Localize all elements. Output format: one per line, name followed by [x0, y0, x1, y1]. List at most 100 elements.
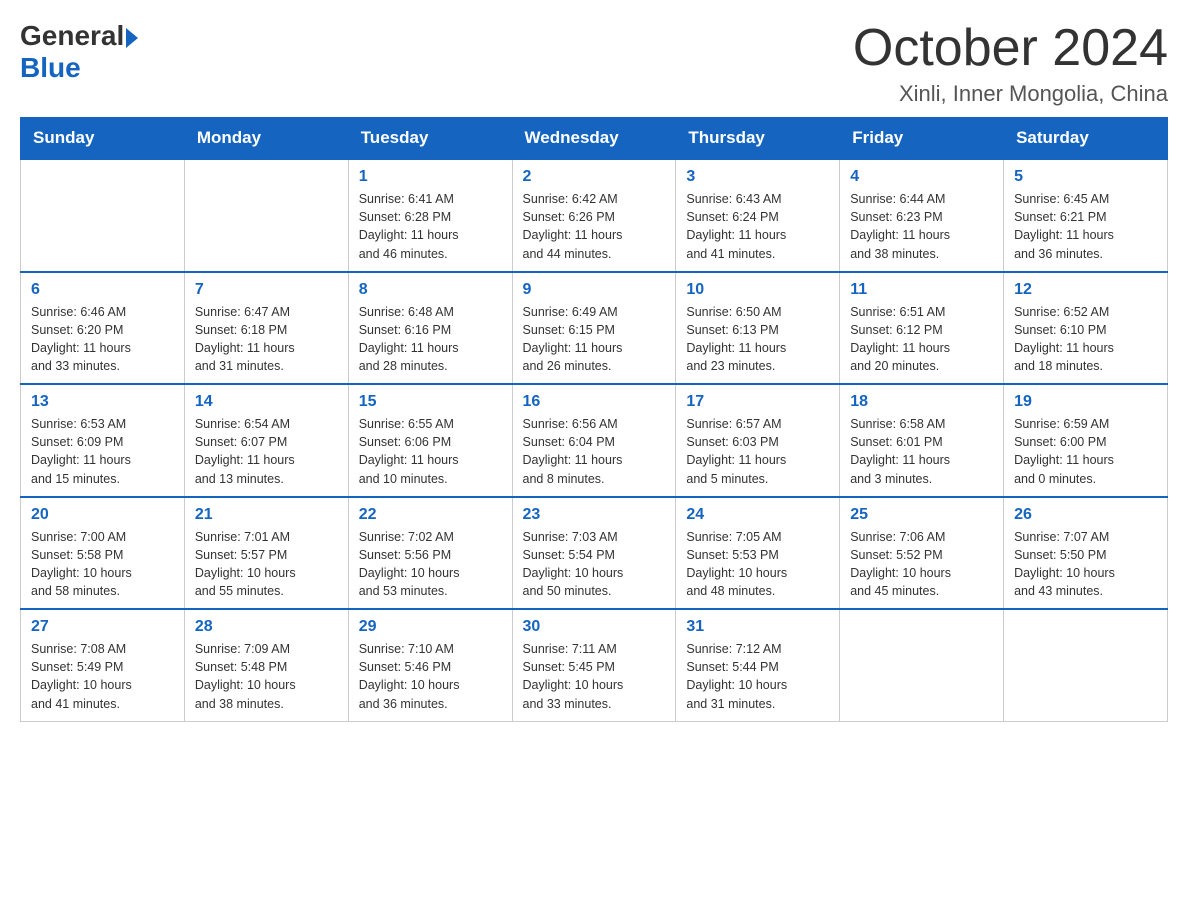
- month-title: October 2024: [853, 20, 1168, 77]
- day-number: 11: [850, 281, 993, 299]
- day-number: 16: [523, 393, 666, 411]
- day-number: 9: [523, 281, 666, 299]
- logo-general-text: General: [20, 20, 124, 52]
- day-info: Sunrise: 6:45 AM Sunset: 6:21 PM Dayligh…: [1014, 190, 1157, 263]
- calendar-cell: 30 Sunrise: 7:11 AM Sunset: 5:45 PM Dayli…: [512, 609, 676, 721]
- calendar-cell: 6 Sunrise: 6:46 AM Sunset: 6:20 PM Daylig…: [21, 272, 185, 385]
- day-number: 26: [1014, 506, 1157, 524]
- calendar-cell: 16Sunrise: 6:56 AM Sunset: 6:04 PM Dayli…: [512, 384, 676, 497]
- day-number: 5: [1014, 168, 1157, 186]
- day-info: Sunrise: 6:51 AM Sunset: 6:12 PM Dayligh…: [850, 303, 993, 376]
- day-number: 6: [31, 281, 174, 299]
- day-info: Sunrise: 6:55 AM Sunset: 6:06 PM Dayligh…: [359, 415, 502, 488]
- weekday-header-monday: Monday: [184, 118, 348, 160]
- day-number: 28: [195, 618, 338, 636]
- day-number: 12: [1014, 281, 1157, 299]
- calendar-cell: 21Sunrise: 7:01 AM Sunset: 5:57 PM Dayli…: [184, 497, 348, 610]
- day-info: Sunrise: 6:47 AM Sunset: 6:18 PM Dayligh…: [195, 303, 338, 376]
- logo-blue-part: [124, 24, 138, 48]
- calendar-table: SundayMondayTuesdayWednesdayThursdayFrid…: [20, 117, 1168, 722]
- calendar-cell: 27 Sunrise: 7:08 AM Sunset: 5:49 PM Dayli…: [21, 609, 185, 721]
- calendar-cell: 5 Sunrise: 6:45 AM Sunset: 6:21 PM Daylig…: [1004, 159, 1168, 272]
- day-number: 22: [359, 506, 502, 524]
- day-number: 1: [359, 168, 502, 186]
- day-number: 15: [359, 393, 502, 411]
- weekday-header-thursday: Thursday: [676, 118, 840, 160]
- calendar-cell: 25Sunrise: 7:06 AM Sunset: 5:52 PM Dayli…: [840, 497, 1004, 610]
- day-info: Sunrise: 7:02 AM Sunset: 5:56 PM Dayligh…: [359, 528, 502, 601]
- day-info: Sunrise: 7:12 AM Sunset: 5:44 PM Dayligh…: [686, 640, 829, 713]
- calendar-cell: 15 Sunrise: 6:55 AM Sunset: 6:06 PM Dayli…: [348, 384, 512, 497]
- calendar-header-row: SundayMondayTuesdayWednesdayThursdayFrid…: [21, 118, 1168, 160]
- calendar-cell: 26 Sunrise: 7:07 AM Sunset: 5:50 PM Dayli…: [1004, 497, 1168, 610]
- weekday-header-sunday: Sunday: [21, 118, 185, 160]
- day-number: 30: [523, 618, 666, 636]
- calendar-cell: 22 Sunrise: 7:02 AM Sunset: 5:56 PM Dayli…: [348, 497, 512, 610]
- day-info: Sunrise: 7:07 AM Sunset: 5:50 PM Dayligh…: [1014, 528, 1157, 601]
- calendar-cell: 20 Sunrise: 7:00 AM Sunset: 5:58 PM Dayli…: [21, 497, 185, 610]
- calendar-cell: 11 Sunrise: 6:51 AM Sunset: 6:12 PM Dayli…: [840, 272, 1004, 385]
- week-row-5: 27 Sunrise: 7:08 AM Sunset: 5:49 PM Dayli…: [21, 609, 1168, 721]
- calendar-cell: 18 Sunrise: 6:58 AM Sunset: 6:01 PM Dayli…: [840, 384, 1004, 497]
- day-info: Sunrise: 7:05 AM Sunset: 5:53 PM Dayligh…: [686, 528, 829, 601]
- day-number: 24: [686, 506, 829, 524]
- day-number: 29: [359, 618, 502, 636]
- calendar-cell: 17 Sunrise: 6:57 AM Sunset: 6:03 PM Dayli…: [676, 384, 840, 497]
- day-number: 20: [31, 506, 174, 524]
- day-number: 27: [31, 618, 174, 636]
- calendar-cell: 14 Sunrise: 6:54 AM Sunset: 6:07 PM Dayli…: [184, 384, 348, 497]
- day-info: Sunrise: 6:57 AM Sunset: 6:03 PM Dayligh…: [686, 415, 829, 488]
- day-number: 18: [850, 393, 993, 411]
- calendar-cell: 31Sunrise: 7:12 AM Sunset: 5:44 PM Dayli…: [676, 609, 840, 721]
- calendar-cell: [21, 159, 185, 272]
- week-row-2: 6 Sunrise: 6:46 AM Sunset: 6:20 PM Daylig…: [21, 272, 1168, 385]
- calendar-cell: [1004, 609, 1168, 721]
- week-row-1: 1 Sunrise: 6:41 AM Sunset: 6:28 PM Daylig…: [21, 159, 1168, 272]
- day-info: Sunrise: 6:50 AM Sunset: 6:13 PM Dayligh…: [686, 303, 829, 376]
- weekday-header-saturday: Saturday: [1004, 118, 1168, 160]
- day-number: 21: [195, 506, 338, 524]
- day-info: Sunrise: 6:49 AM Sunset: 6:15 PM Dayligh…: [523, 303, 666, 376]
- day-number: 14: [195, 393, 338, 411]
- calendar-cell: 8Sunrise: 6:48 AM Sunset: 6:16 PM Daylig…: [348, 272, 512, 385]
- week-row-3: 13 Sunrise: 6:53 AM Sunset: 6:09 PM Dayli…: [21, 384, 1168, 497]
- day-info: Sunrise: 6:53 AM Sunset: 6:09 PM Dayligh…: [31, 415, 174, 488]
- day-info: Sunrise: 6:48 AM Sunset: 6:16 PM Dayligh…: [359, 303, 502, 376]
- day-info: Sunrise: 7:03 AM Sunset: 5:54 PM Dayligh…: [523, 528, 666, 601]
- day-info: Sunrise: 6:41 AM Sunset: 6:28 PM Dayligh…: [359, 190, 502, 263]
- day-number: 4: [850, 168, 993, 186]
- day-number: 23: [523, 506, 666, 524]
- day-number: 10: [686, 281, 829, 299]
- calendar-cell: 19Sunrise: 6:59 AM Sunset: 6:00 PM Dayli…: [1004, 384, 1168, 497]
- day-info: Sunrise: 6:58 AM Sunset: 6:01 PM Dayligh…: [850, 415, 993, 488]
- location-text: Xinli, Inner Mongolia, China: [853, 81, 1168, 107]
- day-number: 19: [1014, 393, 1157, 411]
- day-info: Sunrise: 6:52 AM Sunset: 6:10 PM Dayligh…: [1014, 303, 1157, 376]
- day-info: Sunrise: 7:08 AM Sunset: 5:49 PM Dayligh…: [31, 640, 174, 713]
- calendar-cell: 23 Sunrise: 7:03 AM Sunset: 5:54 PM Dayli…: [512, 497, 676, 610]
- day-info: Sunrise: 7:00 AM Sunset: 5:58 PM Dayligh…: [31, 528, 174, 601]
- day-number: 17: [686, 393, 829, 411]
- day-info: Sunrise: 7:11 AM Sunset: 5:45 PM Dayligh…: [523, 640, 666, 713]
- page-header: General Blue October 2024 Xinli, Inner M…: [20, 20, 1168, 107]
- calendar-cell: 2Sunrise: 6:42 AM Sunset: 6:26 PM Daylig…: [512, 159, 676, 272]
- weekday-header-wednesday: Wednesday: [512, 118, 676, 160]
- calendar-cell: [184, 159, 348, 272]
- day-number: 2: [523, 168, 666, 186]
- logo-blue-text: Blue: [20, 52, 81, 84]
- weekday-header-friday: Friday: [840, 118, 1004, 160]
- calendar-cell: [840, 609, 1004, 721]
- week-row-4: 20 Sunrise: 7:00 AM Sunset: 5:58 PM Dayli…: [21, 497, 1168, 610]
- calendar-cell: 12 Sunrise: 6:52 AM Sunset: 6:10 PM Dayli…: [1004, 272, 1168, 385]
- day-info: Sunrise: 6:54 AM Sunset: 6:07 PM Dayligh…: [195, 415, 338, 488]
- calendar-cell: 28Sunrise: 7:09 AM Sunset: 5:48 PM Dayli…: [184, 609, 348, 721]
- day-number: 13: [31, 393, 174, 411]
- calendar-cell: 1 Sunrise: 6:41 AM Sunset: 6:28 PM Daylig…: [348, 159, 512, 272]
- title-section: October 2024 Xinli, Inner Mongolia, Chin…: [853, 20, 1168, 107]
- logo-arrow-icon: [126, 28, 138, 48]
- day-number: 3: [686, 168, 829, 186]
- day-info: Sunrise: 6:43 AM Sunset: 6:24 PM Dayligh…: [686, 190, 829, 263]
- calendar-cell: 24 Sunrise: 7:05 AM Sunset: 5:53 PM Dayli…: [676, 497, 840, 610]
- day-info: Sunrise: 6:44 AM Sunset: 6:23 PM Dayligh…: [850, 190, 993, 263]
- day-info: Sunrise: 6:46 AM Sunset: 6:20 PM Dayligh…: [31, 303, 174, 376]
